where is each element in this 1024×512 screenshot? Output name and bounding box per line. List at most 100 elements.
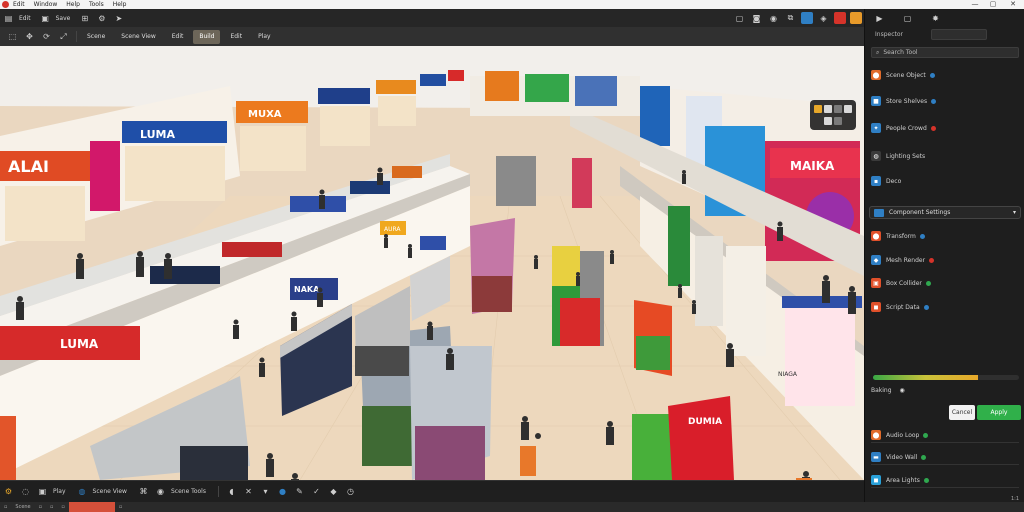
cancel-button[interactable]: Cancel	[949, 405, 975, 420]
tag-icon[interactable]: ◈	[818, 13, 829, 24]
kiosk[interactable]	[552, 246, 604, 346]
lower-row-video[interactable]: ▬ Video Wall	[871, 452, 1019, 465]
gizmo-icon[interactable]	[834, 117, 842, 125]
status-tab[interactable]: ▫	[0, 502, 11, 512]
alert-icon[interactable]	[834, 12, 846, 24]
bottom-play-label[interactable]: Play	[53, 488, 66, 495]
maximize-button[interactable]: ▢	[986, 0, 1000, 9]
lower-row-audio[interactable]: ⬤ Audio Loop	[871, 430, 1019, 443]
mode-toolbar: ⬚ ✥ ⟳ ⤢ Scene Scene View Edit Build Edit…	[0, 27, 864, 46]
layer-dropdown[interactable]	[931, 29, 987, 40]
status-tab[interactable]: ▫	[115, 502, 126, 512]
layers-icon[interactable]: ⧉	[785, 13, 796, 24]
hierarchy-row-scene-object[interactable]: ⬤ Scene Object	[871, 70, 1019, 80]
bottom-toolbar: ⚙ ◌ ▣ Play ◍ Scene View ⌘ ◉ Scene Tools …	[0, 480, 864, 502]
folder-icon[interactable]: ▤	[3, 13, 14, 24]
gizmo-icon[interactable]	[834, 105, 842, 113]
mode-play[interactable]: Play	[252, 30, 277, 44]
apply-button[interactable]: Apply	[977, 405, 1021, 420]
menu-item-tools[interactable]: Tools	[89, 1, 104, 8]
tag-icon[interactable]: ◉	[155, 486, 166, 497]
help-icon[interactable]: ◉	[900, 387, 905, 394]
gizmo-icon[interactable]	[814, 105, 822, 113]
menu-bar: Edit Window Help Tools Help — ▢ ✕	[0, 0, 1024, 9]
gizmo-icon[interactable]	[844, 105, 852, 113]
mode-build[interactable]: Build	[193, 29, 221, 44]
chat-icon[interactable]: ◖	[226, 486, 237, 497]
kiosk[interactable]	[634, 300, 672, 376]
bottom-scene-tools-label[interactable]: Scene Tools	[171, 488, 206, 495]
mode-scene[interactable]: Scene	[81, 30, 111, 44]
user-icon[interactable]	[850, 12, 862, 24]
save-icon[interactable]: ▣	[40, 13, 51, 24]
copy-icon[interactable]: ▢	[902, 13, 913, 24]
play-icon[interactable]: ▶	[874, 13, 885, 24]
chevron-down-icon[interactable]: ▾	[1013, 209, 1016, 216]
component-script-data[interactable]: ◼ Script Data	[871, 302, 1019, 312]
globe-icon: ◍	[871, 151, 881, 161]
menu-item-help-2[interactable]: Help	[113, 1, 127, 8]
component-settings-section[interactable]: Component Settings ▾	[869, 206, 1021, 219]
mode-edit[interactable]: Edit	[166, 30, 190, 44]
hierarchy-row-store-shelves[interactable]: ■ Store Shelves	[871, 96, 1019, 106]
tag-icon[interactable]: ◆	[328, 486, 339, 497]
menu-item-help[interactable]: Help	[66, 1, 80, 8]
code-icon[interactable]: ⌘	[138, 486, 149, 497]
bottom-scene-view-label[interactable]: Scene View	[93, 488, 127, 495]
move-icon[interactable]: ✥	[24, 31, 35, 42]
component-transform[interactable]: ⬤ Transform	[871, 231, 1019, 241]
sign-text-2: LUMA	[140, 128, 175, 141]
mall-scene[interactable]: ALAI LUMA MUXA LUMA MAIKA DUMIA NAKA AUR…	[0, 46, 864, 480]
sync-icon[interactable]: ◍	[77, 486, 88, 497]
status-tab[interactable]: ▫	[46, 502, 57, 512]
mode-scene-view[interactable]: Scene View	[115, 30, 161, 44]
bug-icon[interactable]: ✸	[930, 13, 941, 24]
scene-viewport[interactable]: ALAI LUMA MUXA LUMA MAIKA DUMIA NAKA AUR…	[0, 46, 864, 480]
menu-item-edit[interactable]: Edit	[13, 1, 25, 8]
status-tab-scene[interactable]: Scene	[11, 502, 34, 512]
status-dot	[923, 477, 929, 483]
toolbar-edit-label[interactable]: Edit	[19, 15, 31, 22]
gear-icon[interactable]: ⚙	[3, 486, 14, 497]
hierarchy-row-deco[interactable]: ▪ Deco	[871, 176, 1019, 186]
arrow-icon[interactable]: ➤	[113, 13, 124, 24]
kiosk[interactable]	[470, 218, 515, 314]
status-tab-active[interactable]	[68, 502, 115, 512]
chat-icon[interactable]: ◌	[20, 486, 31, 497]
status-tab[interactable]: ▫	[35, 502, 46, 512]
location-icon[interactable]: ●	[277, 486, 288, 497]
rotate-icon[interactable]: ⟳	[41, 31, 52, 42]
viewport-gizmo-panel[interactable]	[810, 100, 856, 130]
screen-icon[interactable]: ▢	[734, 13, 745, 24]
status-tab[interactable]: ▫	[57, 502, 68, 512]
hierarchy-row-lighting-sets[interactable]: ◍ Lighting Sets	[871, 151, 1019, 161]
status-dot	[929, 72, 935, 78]
minimize-button[interactable]: —	[968, 0, 982, 9]
toolbar-save-label[interactable]: Save	[56, 15, 71, 22]
menu-item-window[interactable]: Window	[34, 1, 58, 8]
record-icon[interactable]: ◉	[768, 13, 779, 24]
search-input[interactable]: ⌕ Search Tool	[871, 47, 1019, 58]
lower-row-lights[interactable]: ◼ Area Lights	[871, 475, 1019, 488]
select-icon[interactable]: ⬚	[7, 31, 18, 42]
sync-icon[interactable]	[801, 12, 813, 24]
camera-icon[interactable]: ◙	[751, 13, 762, 24]
component-box-collider[interactable]: ▣ Box Collider	[871, 278, 1019, 288]
pin-icon[interactable]: ▾	[260, 486, 271, 497]
close-button[interactable]: ✕	[1006, 0, 1020, 9]
check-icon[interactable]: ✓	[311, 486, 322, 497]
scale-icon[interactable]: ⤢	[58, 31, 69, 42]
gizmo-icon[interactable]	[824, 117, 832, 125]
folder-icon[interactable]: ▣	[37, 486, 48, 497]
grid-icon[interactable]: ⊞	[79, 13, 90, 24]
hierarchy-row-people-crowd[interactable]: ✦ People Crowd	[871, 123, 1019, 133]
component-mesh-render[interactable]: ◆ Mesh Render	[871, 255, 1019, 265]
brush-icon[interactable]: ✎	[294, 486, 305, 497]
clock-icon[interactable]: ◷	[345, 486, 356, 497]
status-dot	[921, 454, 927, 460]
gizmo-icon[interactable]	[824, 105, 832, 113]
component-label: Mesh Render	[886, 256, 926, 264]
close-icon[interactable]: ✕	[243, 486, 254, 497]
settings-icon[interactable]: ⚙	[96, 13, 107, 24]
mode-edit-2[interactable]: Edit	[224, 30, 248, 44]
